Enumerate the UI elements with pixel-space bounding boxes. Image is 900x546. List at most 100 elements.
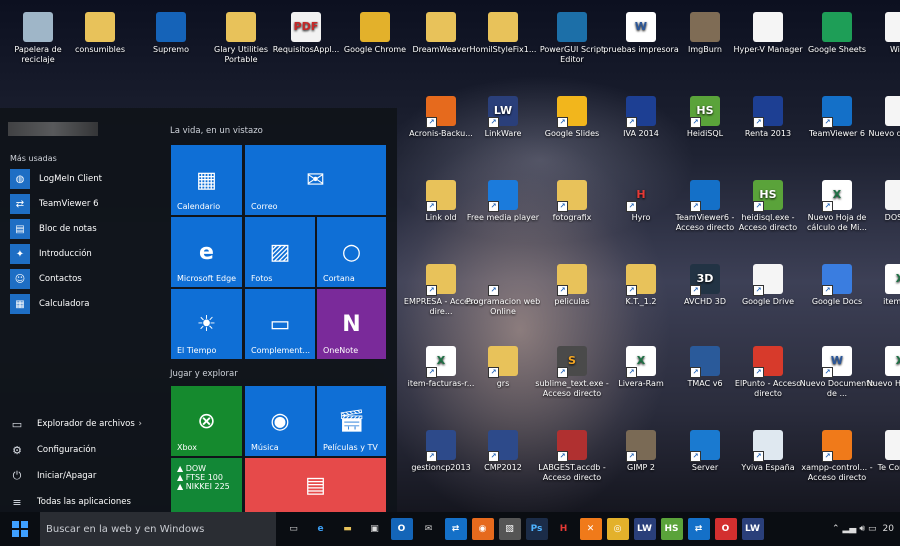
shortcut-arrow-icon: ↗ [426, 451, 437, 462]
tile-complement[interactable]: ▭ Complement... [245, 289, 315, 359]
desktop-icon[interactable]: X Nuevo Hoja de... [862, 346, 900, 389]
desktop-icon[interactable]: ↗ CMP2012 [465, 430, 541, 473]
most-used-item[interactable]: ⇄ TeamViewer 6 [10, 193, 150, 215]
desktop-icon[interactable]: consumibles [62, 12, 138, 55]
paint-icon[interactable]: ▧ [498, 518, 521, 540]
photoshop-icon[interactable]: Ps [525, 518, 548, 540]
start-bottom-label: Iniciar/Apagar [37, 471, 97, 481]
heidisql-icon[interactable]: HS [660, 518, 683, 540]
desktop-icon[interactable]: Wind [862, 12, 900, 55]
tile-tiempo[interactable]: ☀ El Tiempo [171, 289, 242, 359]
xampp-icon[interactable]: ✕ [579, 518, 602, 540]
no-entry-icon: ↗ [488, 264, 518, 296]
shortcut-arrow-icon: ↗ [488, 201, 499, 212]
desktop-icon[interactable]: ↗ Yviva España [730, 430, 806, 473]
tile-musica[interactable]: ◉ Música [245, 386, 315, 456]
tile-edge[interactable]: e Microsoft Edge [171, 217, 242, 287]
calculator-icon: ▦ [10, 294, 30, 314]
file-explorer-icon: ▭ [11, 417, 23, 431]
chrome-icon[interactable]: ◎ [606, 518, 629, 540]
most-used-item[interactable]: ▤ Bloc de notas [10, 218, 150, 240]
start-button[interactable] [0, 512, 40, 546]
most-used-label-text: Bloc de notas [39, 224, 97, 234]
desktop-icon[interactable]: ↗ Renta 2013 [730, 96, 806, 139]
desktop-icon-label: item-fi... [883, 297, 900, 306]
edge-icon[interactable]: e [310, 518, 332, 540]
desktop-icon[interactable]: HomilStyleFix1... [465, 12, 541, 55]
search-box[interactable]: Buscar en la web y en Windows [40, 512, 276, 546]
desktop-icon[interactable]: ↗ fotografix [534, 180, 610, 223]
store-icon[interactable]: ▣ [364, 518, 386, 540]
start-bottom-item[interactable]: ▭ Explorador de archivos › [10, 414, 150, 434]
news-icon: ▤ [305, 472, 326, 498]
desktop-icon[interactable]: Xitem-fi... [862, 264, 900, 307]
network-icon[interactable]: ▂▄ [843, 524, 857, 534]
desktop-icon[interactable]: Te Comm... [862, 430, 900, 473]
power-icon: ⏻ [12, 469, 22, 482]
hyro-icon[interactable]: H [553, 518, 575, 540]
teamviewer-icon[interactable]: ⇄ [444, 518, 467, 540]
desktop-icon[interactable]: Supremo [133, 12, 209, 55]
tile-money[interactable]: ▲ DOW ▲ FTSE 100 ▲ NIKKEI 225 [171, 458, 242, 512]
start-menu: Más usadas ◍ LogMeIn Client ⇄ TeamViewer 6 ▤… [0, 108, 397, 512]
desktop-icon[interactable]: HS ↗ heidisql.exe - Acceso directo [730, 180, 806, 233]
gestion-icon: ↗ [488, 430, 518, 462]
desktop-icon[interactable]: ↗ Google Slides [534, 96, 610, 139]
tray-chevron-icon[interactable]: ⌃ [832, 524, 840, 534]
start-bottom-label: Todas las aplicaciones [37, 497, 131, 507]
tile-peliculas[interactable]: 🎬︎ Películas y TV [317, 386, 386, 456]
desktop-icon[interactable]: Nuevo docum... [862, 96, 900, 139]
desktop-icon[interactable]: Hyper-V Manager [730, 12, 806, 55]
desktop-icon[interactable]: ↗ grs [465, 346, 541, 389]
most-used-item[interactable]: ☺ Contactos [10, 268, 150, 290]
opera-icon[interactable]: O [714, 518, 737, 540]
user-account[interactable] [8, 122, 98, 136]
teamviewer-icon: ↗ [822, 96, 852, 128]
most-used-item[interactable]: ✦ Introducción [10, 243, 150, 265]
mail-icon[interactable]: ✉ [418, 518, 440, 540]
start-bottom-item[interactable]: ⚙ Configuración [10, 440, 150, 460]
outlook-icon[interactable]: O [390, 518, 413, 540]
desktop-icon[interactable]: ↗ ElPunto - Acceso directo [730, 346, 806, 399]
logmein-icon: ◍ [10, 169, 30, 189]
firefox-icon[interactable]: ◉ [471, 518, 494, 540]
folder-icon: ↗ [557, 264, 587, 296]
desktop-icon[interactable]: ↗ peliculas [534, 264, 610, 307]
tile-correo[interactable]: ✉ Correo [245, 145, 386, 215]
notifications-icon[interactable]: ▭ [868, 524, 877, 534]
tile-news[interactable]: ▤ [245, 458, 386, 512]
start-bottom-item[interactable]: ≡ Todas las aplicaciones [10, 492, 150, 512]
most-used-item[interactable]: ◍ LogMeIn Client [10, 168, 150, 190]
tile-calendario[interactable]: ▦ Calendario [171, 145, 242, 215]
most-used-item[interactable]: ▦ Calculadora [10, 293, 150, 315]
desktop-icon[interactable]: LW ↗ LinkWare [465, 96, 541, 139]
most-used-label-text: TeamViewer 6 [39, 199, 99, 209]
start-bottom-item[interactable]: ⏻ Iniciar/Apagar [10, 466, 150, 486]
server-icon: ↗ [690, 430, 720, 462]
word-doc-icon: W [626, 12, 656, 42]
file-icon [753, 12, 783, 42]
tile-fotos[interactable]: ▨ Fotos [245, 217, 315, 287]
file-explorer-icon[interactable]: ▬ [337, 518, 359, 540]
volume-icon[interactable]: 🔊︎ [859, 524, 865, 534]
tile-cortana[interactable]: ○ Cortana [317, 217, 386, 287]
linkware-icon[interactable]: LW [741, 518, 764, 540]
tile-xbox[interactable]: ⊗ Xbox [171, 386, 242, 456]
tile-onenote[interactable]: N OneNote [317, 289, 386, 359]
linkware-icon[interactable]: LW [633, 518, 656, 540]
desktop-icon[interactable]: Google Chrome [337, 12, 413, 55]
chevron-right-icon[interactable]: › [138, 419, 142, 429]
clock[interactable]: 20 [883, 524, 894, 534]
desktop-icon[interactable]: ↗ Programacion web Online [465, 264, 541, 317]
desktop-icon[interactable]: ↗ LABGEST.accdb - Acceso directo [534, 430, 610, 483]
tile-label: Xbox [177, 443, 197, 452]
desktop-icon[interactable]: S ↗ sublime_text.exe - Acceso directo [534, 346, 610, 399]
teamviewer-icon[interactable]: ⇄ [687, 518, 710, 540]
task-view-icon[interactable]: ▭ [283, 518, 305, 540]
desktop-icon[interactable]: DOSB... [862, 180, 900, 223]
desktop-icon[interactable]: ↗ Google Drive [730, 264, 806, 307]
desktop-icon[interactable]: PDF RequisitosAppl... [268, 12, 344, 55]
desktop-icon[interactable]: PowerGUI Script Editor [534, 12, 610, 65]
desktop-icon[interactable]: ↗ Free media player [465, 180, 541, 223]
windows-logo-icon [12, 521, 28, 537]
